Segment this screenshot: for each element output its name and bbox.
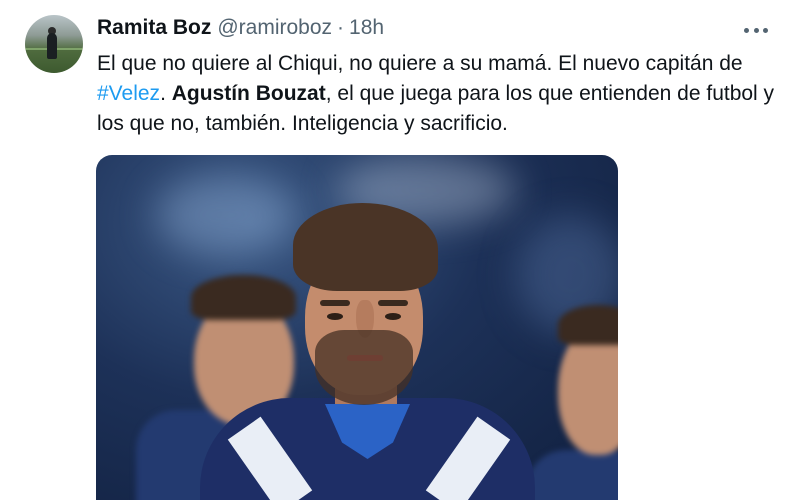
tweet-text-part: El que no quiere al Chiqui, no quiere a … <box>97 52 743 75</box>
more-horizontal-icon[interactable] <box>744 22 768 38</box>
hashtag-link[interactable]: #Velez <box>97 82 160 105</box>
header-separator: · <box>337 16 345 39</box>
eyebrow-right <box>378 300 408 306</box>
more-dot <box>753 27 759 33</box>
more-dot <box>744 27 749 33</box>
avatar[interactable] <box>25 15 83 73</box>
bold-player-name: Agustín Bouzat <box>171 82 326 105</box>
tweet-timestamp[interactable]: 18h <box>349 16 384 40</box>
eye-right <box>385 313 401 320</box>
tweet-header: Ramita Boz @ramiroboz · 18h <box>97 16 384 42</box>
mouth <box>347 355 383 361</box>
stadium-light <box>156 175 296 255</box>
author-handle[interactable]: @ramiroboz <box>217 16 332 40</box>
tweet-text: El que no quiere al Chiqui, no quiere a … <box>97 49 777 139</box>
tweet-text-part: . <box>160 82 172 105</box>
eyebrow-left <box>320 300 350 306</box>
eye-left <box>327 313 343 320</box>
more-dot <box>763 27 768 33</box>
beard <box>315 330 413 405</box>
author-display-name[interactable]: Ramita Boz <box>97 16 211 40</box>
avatar-person <box>47 33 57 59</box>
tweet-media-photo[interactable] <box>96 155 618 500</box>
hair <box>293 203 438 291</box>
